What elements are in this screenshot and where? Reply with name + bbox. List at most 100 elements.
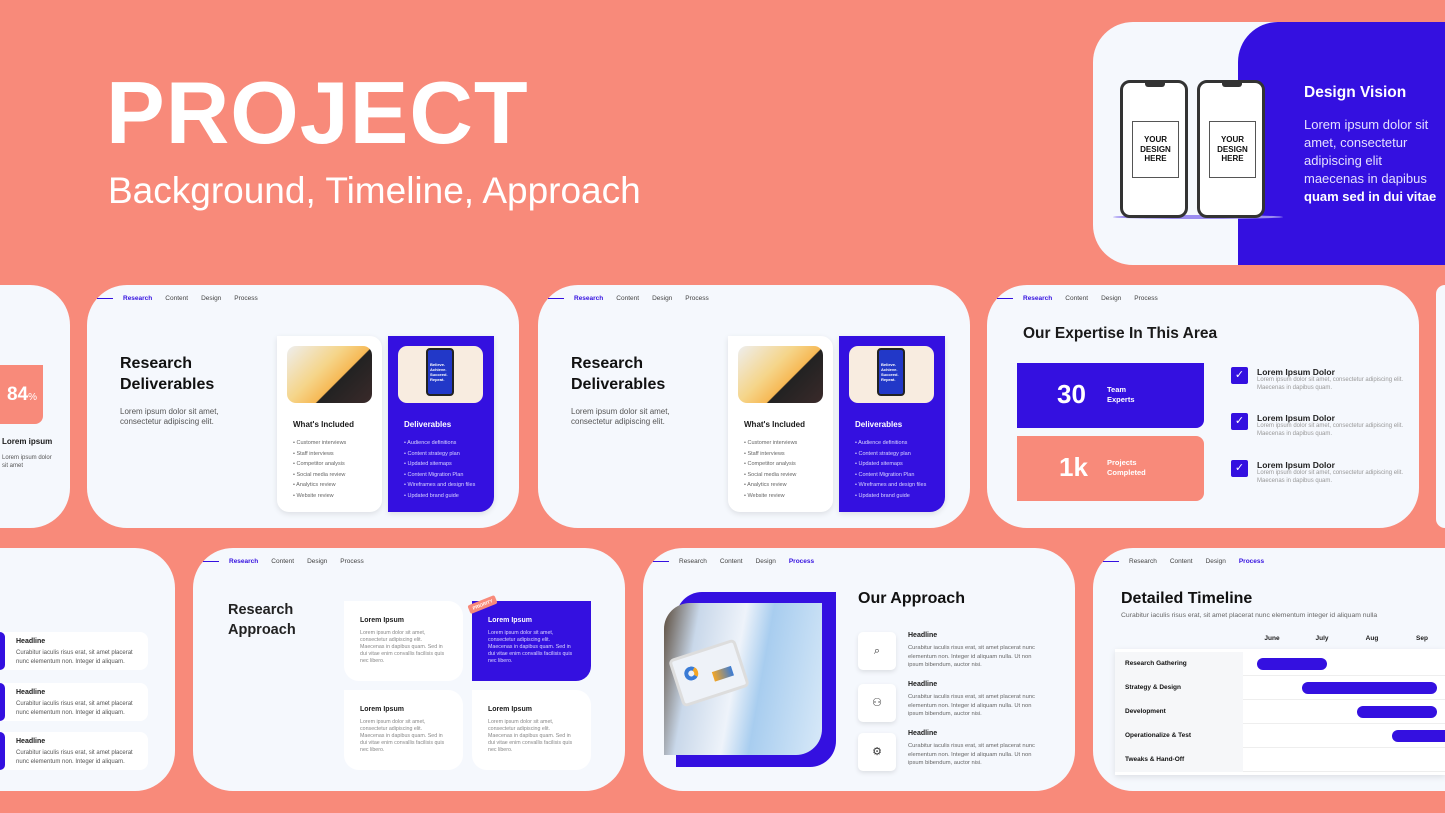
headline-title: Headline: [16, 689, 46, 696]
nav-design[interactable]: Design: [652, 295, 672, 302]
nav-design[interactable]: Design: [1206, 558, 1226, 565]
timeline-row: Operationalize & Test: [1115, 724, 1445, 748]
timeline-row: Strategy & Design: [1115, 676, 1445, 700]
nav-content[interactable]: Content: [165, 295, 188, 302]
nav-design[interactable]: Design: [756, 558, 776, 565]
sticky-notes-photo: [287, 346, 372, 403]
nav-process[interactable]: Process: [685, 295, 708, 302]
timeline-bar: [1392, 730, 1445, 742]
slide-nav: Research Content Design Process: [997, 295, 1171, 302]
item-title: Lorem Ipsum Dolor: [1257, 367, 1335, 377]
list-item: Updated brand guide: [855, 491, 926, 502]
nav-content[interactable]: Content: [1170, 558, 1193, 565]
list-item: Analytics review: [744, 480, 797, 491]
stat-box: 84%: [0, 365, 43, 424]
checkbox-checked-icon[interactable]: ✓: [1231, 413, 1248, 430]
item-text: Lorem ipsum dolor sit amet, consectetur …: [1257, 377, 1404, 391]
slide-expertise[interactable]: Research Content Design Process Our Experti…: [987, 285, 1419, 528]
slide-our-approach[interactable]: Research Content Design Process Our Approac…: [643, 548, 1075, 791]
phone-hand-photo: Believe. Achieve. Succeed. Repeat.: [398, 346, 483, 403]
nav-process[interactable]: Process: [1239, 558, 1264, 565]
nav-design[interactable]: Design: [201, 295, 221, 302]
approach-card: Lorem Ipsum Lorem ipsum dolor sit amet, c…: [344, 690, 463, 770]
nav-research[interactable]: Research: [1129, 558, 1157, 565]
slide-research-deliverables[interactable]: Research Content Design Process Research Del…: [538, 285, 970, 528]
list-item: Competitor analysis: [744, 459, 797, 470]
checkbox-checked-icon[interactable]: ✓: [1231, 460, 1248, 477]
label-line: Team: [1107, 385, 1127, 394]
slide-design-vision[interactable]: YOUR DESIGN HERE YOUR DESIGN HERE Design…: [1093, 22, 1445, 265]
design-vision-title: Design Vision: [1304, 84, 1407, 101]
slide-desc: Lorem ipsum dolor sit amet, consectetur …: [120, 407, 219, 426]
card-text: Lorem ipsum dolor sit amet, consectetur …: [488, 719, 573, 753]
nav-research[interactable]: Research: [574, 295, 603, 302]
slide-stat-partial[interactable]: 84% Lorem ipsum Lorem ipsum dolor sit am…: [0, 285, 70, 528]
list-item: Wireframes and design files: [855, 480, 926, 491]
included-card: What's Included Customer interviewsStaff…: [728, 336, 833, 512]
slide-detailed-timeline[interactable]: Research Content Design Process Detailed Ti…: [1093, 548, 1445, 791]
bar-chart-graphic: [711, 665, 734, 682]
included-title: What's Included: [293, 420, 355, 429]
nav-content[interactable]: Content: [720, 558, 743, 565]
nav-content[interactable]: Content: [271, 558, 294, 565]
month-label: June: [1264, 635, 1280, 642]
nav-research[interactable]: Research: [679, 558, 707, 565]
timeline-row: Development: [1115, 700, 1445, 724]
list-item: Content Migration Plan: [404, 470, 475, 481]
headline-text: Curabitur iaculis risus erat, sit amet p…: [16, 701, 133, 716]
stat-unit: %: [28, 392, 37, 403]
item-title: Headline: [908, 681, 938, 688]
slide-research-deliverables[interactable]: Research Content Design Process Research Del…: [87, 285, 519, 528]
nav-research[interactable]: Research: [123, 295, 152, 302]
nav-process[interactable]: Process: [789, 558, 814, 565]
slide-research-approach[interactable]: Research Content Design Process Research App…: [193, 548, 625, 791]
month-label: July: [1315, 635, 1329, 642]
slide-nav: Research Content Design Process: [653, 558, 827, 565]
approach-card-priority: Lorem Ipsum Lorem ipsum dolor sit amet, c…: [472, 601, 591, 681]
phone-mockup: YOUR DESIGN HERE: [1197, 80, 1265, 218]
nav-design[interactable]: Design: [307, 558, 327, 565]
list-item: Wireframes and design files: [404, 480, 475, 491]
list-item: Updated sitemaps: [404, 459, 475, 470]
row-label: Operationalize & Test: [1115, 724, 1243, 748]
list-item: Customer interviews: [744, 438, 797, 449]
included-title: What's Included: [744, 420, 806, 429]
list-item: Social media review: [293, 470, 346, 481]
nav-process[interactable]: Process: [1134, 295, 1157, 302]
gear-icon: ⚙: [858, 733, 896, 771]
hero-title: PROJECT: [106, 63, 529, 162]
slide-nav: Research Content Design Process: [548, 295, 722, 302]
list-item: Social media review: [744, 470, 797, 481]
slide-headlines-partial[interactable]: Headline Curabitur iaculis risus erat, si…: [0, 548, 175, 791]
nav-research[interactable]: Research: [1023, 295, 1052, 302]
title-line: Deliverables: [571, 376, 666, 393]
nav-process[interactable]: Process: [340, 558, 363, 565]
title-line: Research: [571, 355, 644, 372]
expertise-item: Lorem Ipsum Dolor Lorem ipsum dolor sit a…: [1257, 367, 1407, 392]
stat-box-projects: 1k Projects Completed: [1017, 436, 1204, 501]
nav-process[interactable]: Process: [234, 295, 257, 302]
card-text: Lorem ipsum dolor sit amet, consectetur …: [360, 630, 445, 664]
stat-value: 84: [6, 384, 29, 405]
list-item: Staff interviews: [293, 449, 346, 460]
slide-title: Research Deliverables: [120, 353, 214, 395]
expertise-item: Lorem Ipsum Dolor Lorem ipsum dolor sit a…: [1257, 413, 1407, 438]
stat-value: 30: [1057, 379, 1086, 409]
list-item: Content strategy plan: [855, 449, 926, 460]
timeline-row: Tweaks & Hand-Off: [1115, 748, 1445, 772]
expertise-item: Lorem Ipsum Dolor Lorem ipsum dolor sit a…: [1257, 460, 1407, 485]
headline-card: Headline Curabitur iaculis risus erat, si…: [0, 632, 148, 670]
checkbox-checked-icon[interactable]: ✓: [1231, 367, 1248, 384]
design-vision-body: Lorem ipsum dolor sit amet, consectetur …: [1304, 116, 1442, 206]
list-item: Analytics review: [293, 480, 346, 491]
tablet: [667, 638, 751, 708]
nav-content[interactable]: Content: [616, 295, 639, 302]
slide-partial-right[interactable]: [1436, 285, 1445, 528]
list-item: Staff interviews: [744, 449, 797, 460]
approach-card: Lorem Ipsum Lorem ipsum dolor sit amet, c…: [344, 601, 463, 681]
nav-design[interactable]: Design: [1101, 295, 1121, 302]
nav-research[interactable]: Research: [229, 558, 258, 565]
nav-content[interactable]: Content: [1065, 295, 1088, 302]
row-label: Research Gathering: [1115, 652, 1243, 676]
included-list: Customer interviewsStaff interviewsCompe…: [293, 438, 346, 501]
